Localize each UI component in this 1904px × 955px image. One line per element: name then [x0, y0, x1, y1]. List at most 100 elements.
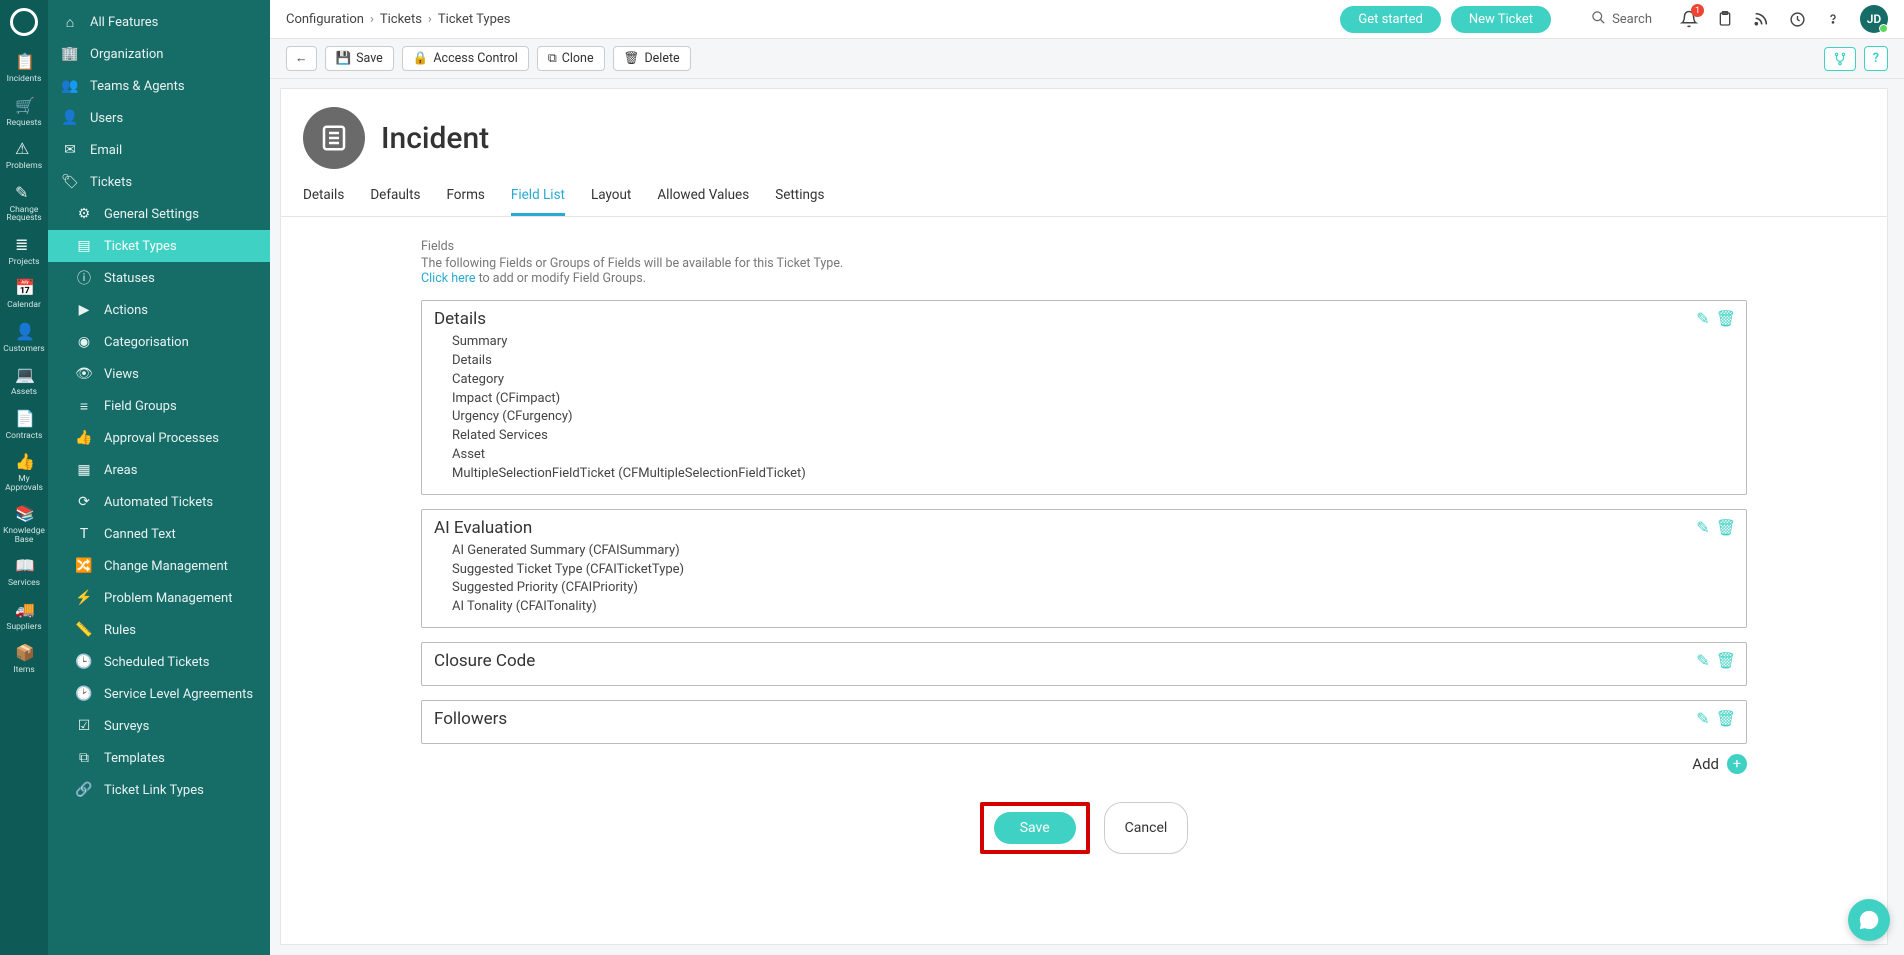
rail-item-customers[interactable]: 👤Customers — [0, 324, 48, 354]
nav-item-statuses[interactable]: ⓘStatuses — [48, 262, 270, 294]
group-title: AI Evaluation — [434, 518, 1734, 538]
edit-group-icon[interactable]: ✎ — [1696, 709, 1709, 728]
feed-icon[interactable] — [1752, 10, 1770, 28]
help-button[interactable]: ? — [1864, 46, 1888, 71]
nav-item-general-settings[interactable]: ⚙General Settings — [48, 198, 270, 230]
nav-item-canned-text[interactable]: TCanned Text — [48, 518, 270, 550]
top-bar: Configuration › Tickets › Ticket Types G… — [270, 0, 1904, 39]
nav-item-tickets[interactable]: 🏷Tickets — [48, 166, 270, 198]
nav-item-service-level-agreements[interactable]: 🕑Service Level Agreements — [48, 678, 270, 710]
tab-settings[interactable]: Settings — [775, 179, 824, 216]
nav-item-problem-management[interactable]: ⚡Problem Management — [48, 582, 270, 614]
chat-fab[interactable] — [1848, 899, 1890, 941]
cancel-button[interactable]: Cancel — [1104, 802, 1189, 854]
nav-item-email[interactable]: ✉Email — [48, 134, 270, 166]
nav-item-change-management[interactable]: 🔀Change Management — [48, 550, 270, 582]
nav-item-ticket-link-types[interactable]: 🔗Ticket Link Types — [48, 774, 270, 806]
tab-defaults[interactable]: Defaults — [370, 179, 420, 216]
nav-item-ticket-types[interactable]: ▤Ticket Types — [48, 230, 270, 262]
rail-item-items[interactable]: 📦Items — [0, 645, 48, 675]
rail-item-projects[interactable]: ≣Projects — [0, 237, 48, 267]
rail-item-assets[interactable]: 💻Assets — [0, 367, 48, 397]
services-icon: 📖 — [15, 558, 33, 576]
breadcrumb-item[interactable]: Configuration — [286, 12, 364, 27]
save-highlight: Save — [980, 802, 1090, 854]
delete-group-icon[interactable]: 🗑 — [1716, 709, 1736, 728]
tab-allowed-values[interactable]: Allowed Values — [657, 179, 749, 216]
rail-item-suppliers[interactable]: 🚚Suppliers — [0, 602, 48, 632]
auto-icon: ⟳ — [76, 494, 92, 510]
problems-icon: ⚠ — [15, 141, 33, 159]
rail-item-incidents[interactable]: 📋Incidents — [0, 54, 48, 84]
tab-forms[interactable]: Forms — [446, 179, 484, 216]
user-avatar[interactable]: JD — [1860, 5, 1888, 33]
nav-item-approval-processes[interactable]: 👍Approval Processes — [48, 422, 270, 454]
tab-field-list[interactable]: Field List — [511, 179, 565, 216]
app-logo[interactable] — [10, 8, 38, 36]
nav-item-users[interactable]: 👤Users — [48, 102, 270, 134]
nav-item-teams-agents[interactable]: 👥Teams & Agents — [48, 70, 270, 102]
search-input[interactable]: Search — [1591, 10, 1652, 29]
nav-item-surveys[interactable]: ☑Surveys — [48, 710, 270, 742]
access-control-button[interactable]: 🔒Access Control — [402, 46, 529, 71]
notifications-icon[interactable]: 1 — [1680, 10, 1698, 28]
nav-item-all-features[interactable]: ⌂All Features — [48, 6, 270, 38]
rail-item-change-requests[interactable]: ✎Change Requests — [0, 185, 48, 223]
templates-icon: ⧉ — [76, 750, 92, 766]
nav-item-automated-tickets[interactable]: ⟳Automated Tickets — [48, 486, 270, 518]
help-icon[interactable] — [1824, 10, 1842, 28]
nav-item-areas[interactable]: ▦Areas — [48, 454, 270, 486]
delete-button[interactable]: 🗑Delete — [613, 46, 691, 71]
clone-icon: ⧉ — [548, 51, 557, 66]
branch-button[interactable] — [1824, 47, 1856, 71]
fields-label: Fields — [421, 239, 1747, 254]
search-icon — [1591, 10, 1606, 29]
edit-group-icon[interactable]: ✎ — [1696, 651, 1709, 670]
presence-indicator — [1879, 24, 1888, 33]
breadcrumb-item[interactable]: Tickets — [380, 12, 422, 27]
delete-group-icon[interactable]: 🗑 — [1716, 309, 1736, 328]
field-item: Related Services — [452, 427, 1734, 446]
delete-group-icon[interactable]: 🗑 — [1716, 651, 1736, 670]
back-button[interactable]: ← — [286, 46, 317, 71]
gear-icon: ⚙ — [76, 206, 92, 222]
rules-icon: 📏 — [76, 622, 92, 638]
nav-item-templates[interactable]: ⧉Templates — [48, 742, 270, 774]
tab-layout[interactable]: Layout — [591, 179, 631, 216]
nav-item-organization[interactable]: 🏢Organization — [48, 38, 270, 70]
edit-group-icon[interactable]: ✎ — [1696, 309, 1709, 328]
rail-item-calendar[interactable]: 📅Calendar — [0, 280, 48, 310]
projects-icon: ≣ — [15, 237, 33, 255]
save-form-button[interactable]: Save — [994, 812, 1076, 844]
suppliers-icon: 🚚 — [15, 602, 33, 620]
rail-item-my-approvals[interactable]: 👍My Approvals — [0, 454, 48, 492]
field-group-followers: Followers ✎ 🗑 — [421, 700, 1747, 744]
nav-item-actions[interactable]: ▶Actions — [48, 294, 270, 326]
tab-details[interactable]: Details — [303, 179, 344, 216]
nav-item-views[interactable]: 👁Views — [48, 358, 270, 390]
add-group-button[interactable]: + — [1727, 754, 1747, 774]
main-panel: Incident DetailsDefaultsFormsField ListL… — [280, 88, 1888, 945]
clone-button[interactable]: ⧉Clone — [537, 46, 605, 71]
nav-item-categorisation[interactable]: ◉Categorisation — [48, 326, 270, 358]
breadcrumb-item[interactable]: Ticket Types — [438, 12, 511, 27]
delete-group-icon[interactable]: 🗑 — [1716, 518, 1736, 537]
sla-icon: 🕑 — [76, 686, 92, 702]
save-button[interactable]: 💾Save — [325, 46, 394, 71]
get-started-button[interactable]: Get started — [1340, 6, 1440, 33]
edit-group-icon[interactable]: ✎ — [1696, 518, 1709, 537]
rail-item-services[interactable]: 📖Services — [0, 558, 48, 588]
rail-item-knowledge-base[interactable]: 📚Knowledge Base — [0, 506, 48, 544]
rail-item-problems[interactable]: ⚠Problems — [0, 141, 48, 171]
clipboard-icon[interactable] — [1716, 10, 1734, 28]
rail-item-requests[interactable]: 🛒Requests — [0, 98, 48, 128]
text-icon: T — [76, 526, 92, 542]
nav-item-rules[interactable]: 📏Rules — [48, 614, 270, 646]
history-icon[interactable] — [1788, 10, 1806, 28]
field-item: Details — [452, 352, 1734, 371]
nav-item-field-groups[interactable]: ≡Field Groups — [48, 390, 270, 422]
new-ticket-button[interactable]: New Ticket — [1451, 6, 1551, 33]
modify-field-groups-link[interactable]: Click here — [421, 271, 475, 286]
rail-item-contracts[interactable]: 📄Contracts — [0, 411, 48, 441]
nav-item-scheduled-tickets[interactable]: 🕒Scheduled Tickets — [48, 646, 270, 678]
